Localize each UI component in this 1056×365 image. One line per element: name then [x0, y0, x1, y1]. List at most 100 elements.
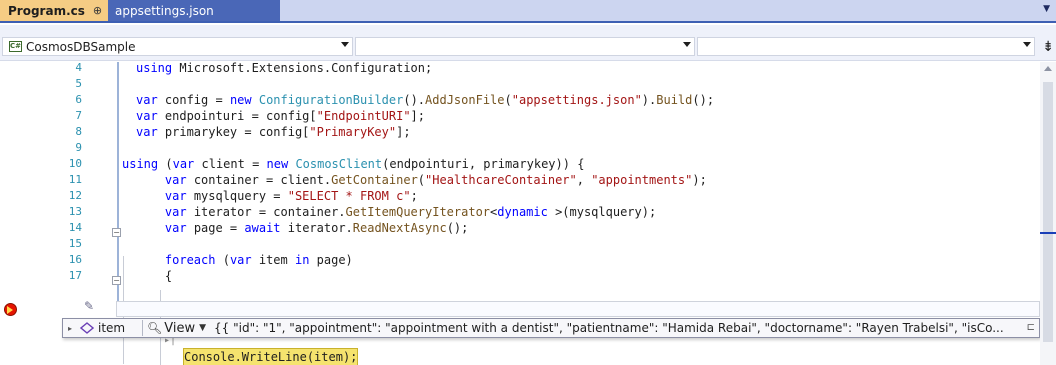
- code-token: var: [164, 205, 194, 219]
- code-token: var: [136, 109, 165, 123]
- code-token: GetItemQueryIterator: [345, 205, 491, 219]
- code-token: var: [172, 157, 202, 171]
- tab-appsettings-json[interactable]: appsettings.json: [108, 0, 280, 21]
- code-token: );: [692, 173, 707, 187]
- code-text: var config = new ConfigurationBuilder().…: [136, 92, 714, 108]
- code-token: ];: [396, 125, 411, 139]
- line-number: 10: [68, 157, 82, 170]
- code-token: config =: [164, 93, 230, 107]
- code-line-12[interactable]: 12 var mysqlquery = "SELECT * FROM c";: [0, 188, 1040, 204]
- vertical-scrollbar[interactable]: [1040, 62, 1056, 365]
- code-token: ReadNextAsync: [352, 221, 447, 235]
- split-editor-icon[interactable]: ⇟: [1042, 39, 1054, 55]
- line-number: 4: [75, 61, 82, 74]
- code-token: "SELECT * FROM c": [287, 189, 411, 203]
- debug-datatip[interactable]: ▸ item 🔍︎ View ▼ {{ "id": "1", "appointm…: [62, 318, 1040, 338]
- code-line-4[interactable]: 4 using Microsoft.Extensions.Configuratio…: [0, 60, 1040, 76]
- code-line-10[interactable]: 10 using (var client = new CosmosClient(e…: [0, 156, 1040, 172]
- code-text: var primarykey = config["PrimaryKey"];: [136, 124, 411, 140]
- code-token: ();: [692, 93, 715, 107]
- line-number: 17: [68, 269, 82, 282]
- code-token: ();: [446, 221, 469, 235]
- document-tab-strip: Program.cs ⊕ ✕ appsettings.json ▼: [0, 0, 1056, 23]
- code-token: dynamic: [497, 205, 556, 219]
- variable-value[interactable]: {{ "id": "1", "appointment": "appointmen…: [214, 321, 1024, 335]
- project-name: CosmosDBSample: [26, 39, 136, 54]
- pin-icon[interactable]: ⊏: [1027, 322, 1035, 333]
- variable-name: item: [98, 321, 126, 335]
- edit-pencil-icon[interactable]: ✎: [84, 299, 94, 313]
- code-token: mysqlquery =: [193, 189, 288, 203]
- line-number: 7: [75, 109, 82, 122]
- csharp-project-icon: C#: [9, 41, 22, 52]
- code-token: Microsoft.Extensions.Configuration;: [179, 61, 433, 75]
- code-line-6[interactable]: 6 var config = new ConfigurationBuilder()…: [0, 92, 1040, 108]
- tab-program-cs[interactable]: Program.cs ⊕ ✕: [0, 0, 118, 21]
- chevron-down-icon[interactable]: ▼: [1043, 4, 1050, 14]
- code-token: (: [165, 157, 173, 171]
- scroll-up-icon[interactable]: [1044, 66, 1052, 71]
- code-token: "PrimaryKey": [309, 125, 397, 139]
- code-text: var iterator = container.GetItemQueryIte…: [136, 204, 656, 220]
- code-token: container = client.: [193, 173, 332, 187]
- code-token: ];: [410, 109, 425, 123]
- code-line-9[interactable]: 9: [0, 140, 1040, 156]
- code-token: Build: [656, 93, 693, 107]
- code-line-14[interactable]: 14 var page = await iterator.ReadNextAsy…: [0, 220, 1040, 236]
- code-token: iterator.: [287, 221, 353, 235]
- tab-label: appsettings.json: [115, 3, 214, 18]
- divider: [142, 320, 143, 336]
- line-number: 13: [68, 205, 82, 218]
- code-token: ().: [403, 93, 426, 107]
- code-line-16[interactable]: 16 foreach (var item in page): [0, 252, 1040, 268]
- view-label: View: [164, 320, 196, 336]
- line-number: 14: [68, 221, 82, 234]
- tab-label: Program.cs: [8, 3, 85, 18]
- code-line-17[interactable]: 17 {: [0, 268, 1040, 284]
- project-dropdown[interactable]: C# CosmosDBSample: [2, 37, 353, 56]
- code-token: var: [164, 221, 194, 235]
- code-token: AddJsonFile: [425, 93, 505, 107]
- code-token: ,: [576, 173, 592, 187]
- navigation-bar: C# CosmosDBSample ⇟: [0, 25, 1056, 61]
- code-text: var mysqlquery = "SELECT * FROM c";: [136, 188, 418, 204]
- code-line-5[interactable]: 5: [0, 76, 1040, 92]
- code-token: {: [136, 269, 173, 283]
- code-token: (: [504, 93, 512, 107]
- line-number: 12: [68, 189, 82, 202]
- object-icon: [80, 322, 94, 334]
- type-dropdown[interactable]: [355, 37, 695, 56]
- code-text: {: [136, 268, 172, 284]
- code-token: using: [136, 61, 180, 75]
- member-dropdown[interactable]: [697, 37, 1035, 56]
- code-token: item: [258, 253, 295, 267]
- code-line-8[interactable]: 8 var primarykey = config["PrimaryKey"];: [0, 124, 1040, 140]
- expand-icon[interactable]: ▸: [68, 324, 78, 333]
- code-text: foreach (var item in page): [136, 252, 353, 268]
- scroll-position-marker: [1040, 232, 1056, 234]
- code-token: var: [136, 125, 165, 139]
- pin-icon[interactable]: ⊕: [93, 4, 102, 17]
- code-token: CosmosClient: [295, 157, 383, 171]
- line-number: 6: [75, 93, 82, 106]
- scroll-thumb[interactable]: [1043, 82, 1053, 342]
- code-line-13[interactable]: 13 var iterator = container.GetItemQuery…: [0, 204, 1040, 220]
- code-token: in: [294, 253, 317, 267]
- code-token: (endpointuri, primarykey)) {: [382, 157, 585, 171]
- code-line-7[interactable]: 7 var endpointuri = config["EndpointURI"]…: [0, 108, 1040, 124]
- code-token: ;: [410, 189, 418, 203]
- code-token: using: [122, 157, 166, 171]
- code-token: var: [136, 93, 165, 107]
- code-line-15[interactable]: 15: [0, 236, 1040, 252]
- code-line-11[interactable]: 11 var container = client.GetContainer("…: [0, 172, 1040, 188]
- code-line-18[interactable]: 18 ▸| Console.WriteLine(item);: [0, 301, 1040, 365]
- view-dropdown[interactable]: 🔍︎ View ▼: [147, 321, 206, 336]
- code-token: page =: [193, 221, 245, 235]
- code-token: iterator = container.: [193, 205, 346, 219]
- magnifier-icon: 🔍︎: [147, 321, 163, 335]
- execution-pointer-icon: [7, 306, 13, 314]
